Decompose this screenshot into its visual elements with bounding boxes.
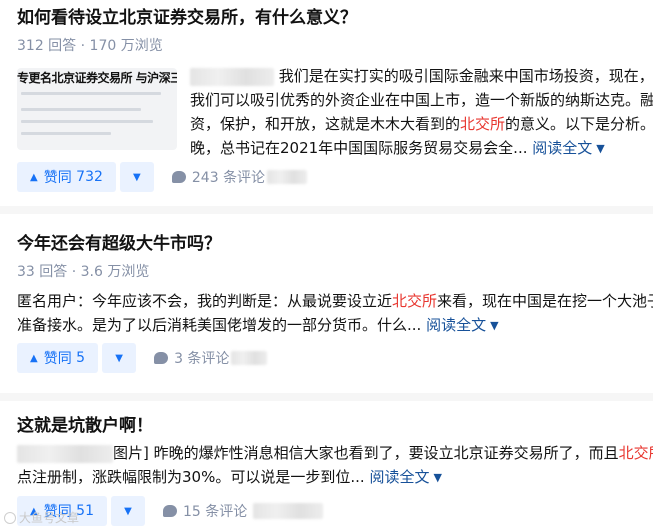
question-feed: 如何看待设立北京证券交易所，有什么意义？ 312 回答 · 170 万浏览 专更… — [0, 0, 653, 529]
comment-bubble-icon — [162, 505, 177, 517]
views-count: 3.6 万浏览 — [80, 264, 150, 280]
question-title[interactable]: 今年还会有超级大牛市吗？ — [17, 232, 221, 256]
author-name: 匿名用户： — [17, 292, 93, 310]
highlight-keyword: 北交所 — [392, 292, 438, 310]
chevron-down-icon: ▼ — [490, 319, 499, 332]
question-card: 如何看待设立北京证券交易所，有什么意义？ 312 回答 · 170 万浏览 专更… — [0, 0, 653, 206]
card-divider — [0, 393, 653, 401]
blurred-author-name — [17, 444, 113, 463]
highlight-keyword: 北交所 — [460, 115, 506, 133]
comments-button[interactable]: 3 条评论 — [154, 348, 268, 368]
answer-actions: ▲ 赞同 5 ▼ 3 条评论 — [17, 343, 268, 373]
blurred-author-name — [190, 67, 274, 86]
upvote-button[interactable]: ▲ 赞同 5 — [17, 343, 99, 373]
watermark-logo-icon — [4, 512, 16, 524]
question-card: 这就是坑散户啊！ 图片] 昨晚的爆炸性消息相信大家也看到了，要设立北京证券交易所… — [0, 401, 653, 529]
read-more-link[interactable]: 阅读全文 ▼ — [426, 316, 498, 334]
question-meta: 312 回答 · 170 万浏览 — [17, 38, 163, 54]
upvote-count: 5 — [76, 350, 86, 366]
answer-excerpt[interactable]: 图片] 昨晚的爆炸性消息相信大家也看到了，要设立北京证券交易所了，而且北交所试 … — [17, 441, 653, 490]
answer-excerpt[interactable]: 我们是在实打实的吸引国际金融来中国市场投资，现在， 我们可以吸引优秀的外资企业在… — [190, 64, 653, 161]
read-more-link[interactable]: 阅读全文 ▼ — [369, 468, 441, 486]
question-title[interactable]: 这就是坑散户啊！ — [17, 414, 153, 438]
thumbnail-text-line — [21, 108, 141, 111]
thumbnail-text-line — [21, 92, 161, 95]
upvote-button[interactable]: ▲ 赞同 732 — [17, 162, 116, 192]
thumbnail-text-line — [21, 120, 153, 123]
downvote-button[interactable]: ▼ — [119, 162, 154, 192]
answers-count: 312 回答 — [17, 38, 77, 54]
triangle-up-icon: ▲ — [30, 352, 38, 364]
chevron-down-icon: ▼ — [596, 142, 605, 155]
answers-count: 33 回答 — [17, 264, 68, 280]
read-more-link[interactable]: 阅读全文 ▼ — [532, 139, 604, 157]
downvote-button[interactable]: ▼ — [102, 343, 137, 373]
comment-bubble-icon — [171, 171, 186, 183]
downvote-button[interactable]: ▼ — [110, 496, 145, 526]
chevron-down-icon: ▼ — [433, 471, 442, 484]
triangle-down-icon: ▼ — [133, 171, 141, 183]
highlight-keyword: 北交所 — [618, 444, 653, 462]
answer-excerpt[interactable]: 匿名用户：今年应该不会，我的判断是：从最说要设立近北交所来看，现在中国是在挖一个… — [17, 289, 653, 338]
views-count: 170 万浏览 — [89, 38, 163, 54]
comment-bubble-icon — [154, 352, 169, 364]
triangle-down-icon: ▼ — [115, 352, 123, 364]
blurred-region — [267, 170, 308, 184]
question-title[interactable]: 如何看待设立北京证券交易所，有什么意义？ — [17, 6, 357, 30]
comments-button[interactable]: 243 条评论 — [171, 167, 308, 187]
question-meta: 33 回答 · 3.6 万浏览 — [17, 264, 150, 280]
answer-actions: ▲ 赞同 732 ▼ 243 条评论 — [17, 162, 308, 192]
blurred-region — [231, 351, 268, 365]
watermark: 大鱼号文章 — [4, 509, 79, 526]
answer-thumbnail[interactable]: 专更名北京证券交易所 与沪深三足鼎 — [17, 68, 177, 150]
thumbnail-title: 专更名北京证券交易所 与沪深三足鼎 — [17, 71, 177, 85]
card-divider — [0, 206, 653, 214]
blurred-region — [253, 503, 324, 519]
question-card: 今年还会有超级大牛市吗？ 33 回答 · 3.6 万浏览 匿名用户：今年应该不会… — [0, 214, 653, 393]
thumbnail-text-line — [21, 132, 111, 135]
upvote-count: 732 — [76, 169, 103, 185]
triangle-up-icon: ▲ — [30, 171, 38, 183]
comments-button[interactable]: 15 条评论 — [162, 501, 324, 521]
triangle-down-icon: ▼ — [124, 505, 132, 517]
